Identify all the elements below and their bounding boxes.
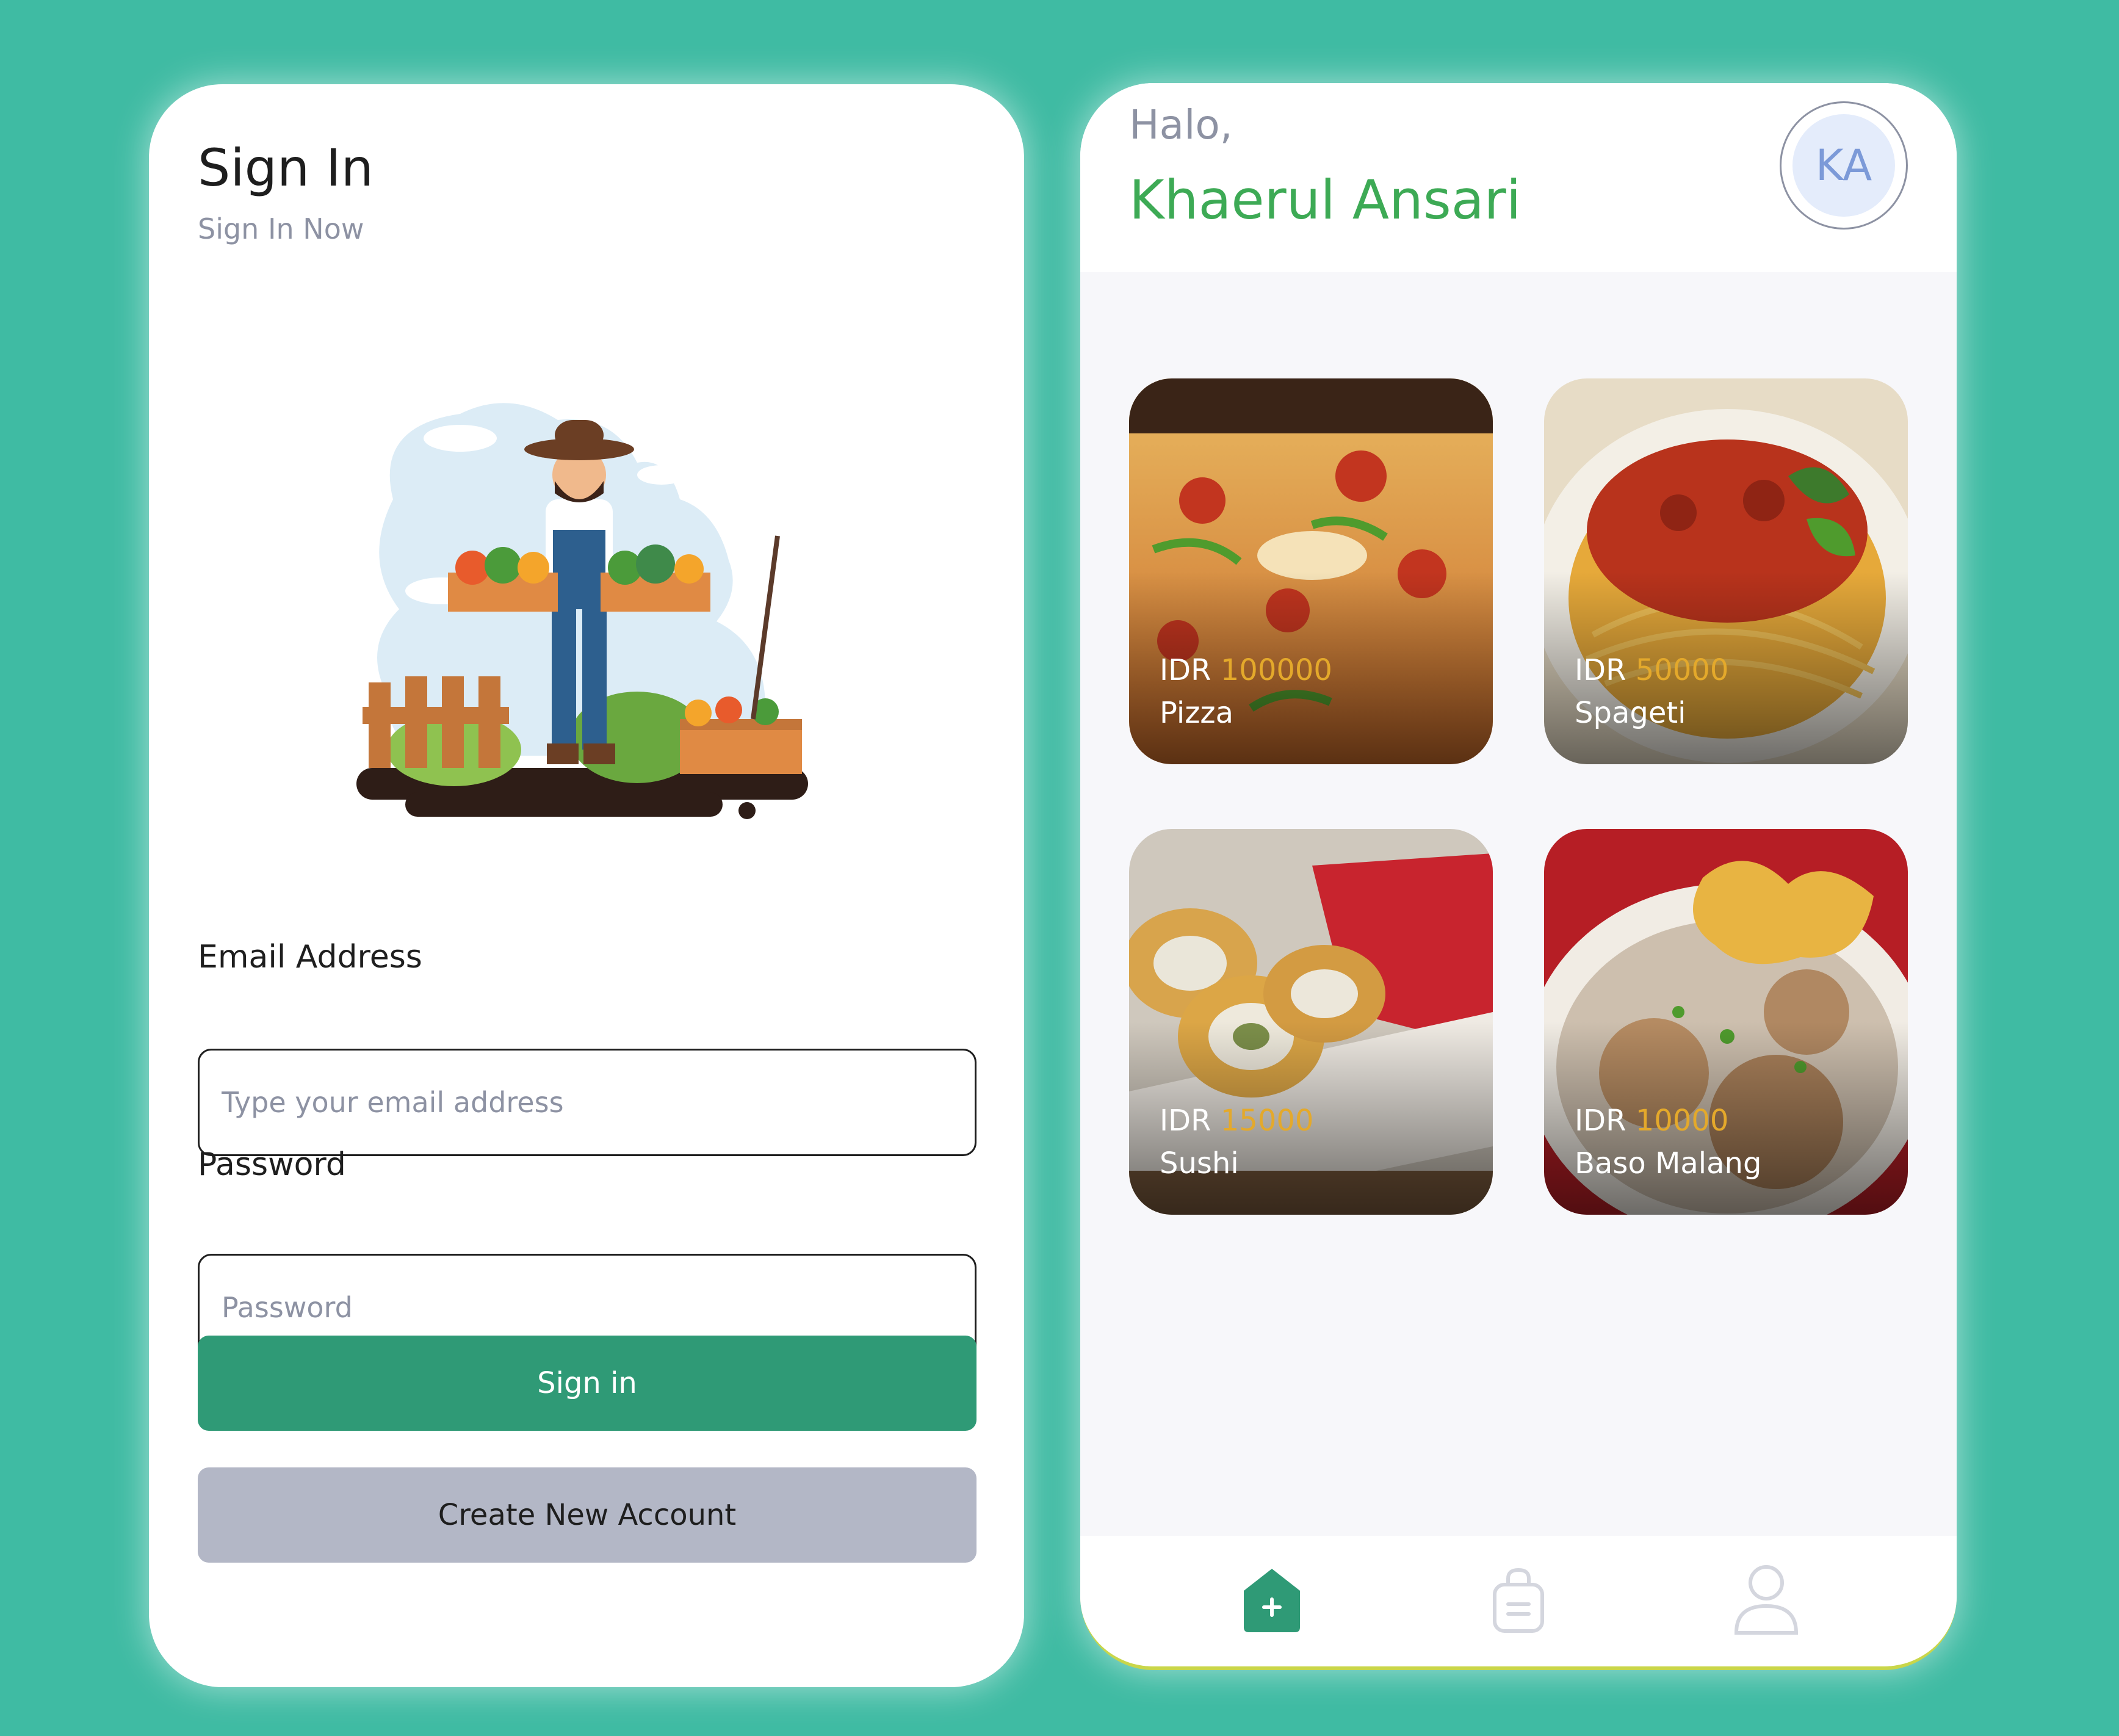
email-label: Email Address [198, 939, 422, 975]
farmer-illustration [356, 403, 808, 819]
greeting-text: Halo, [1129, 101, 1233, 148]
food-price: IDR 15000 [1160, 1104, 1314, 1138]
food-name: Sushi [1160, 1146, 1239, 1181]
food-price: IDR 50000 [1575, 653, 1729, 687]
food-price: IDR 10000 [1575, 1104, 1729, 1138]
orders-icon [1493, 1568, 1544, 1633]
page-subtitle: Sign In Now [198, 212, 364, 245]
avatar: KA [1792, 114, 1895, 217]
bottom-nav [1080, 1536, 1957, 1666]
nav-orders[interactable] [1482, 1560, 1555, 1640]
nav-home[interactable] [1235, 1560, 1309, 1640]
food-grid: IDR 100000 Pizza IDR 50000 Spageti IDR 1… [1080, 272, 1957, 1536]
profile-icon [1734, 1565, 1799, 1635]
avatar-button[interactable]: KA [1780, 101, 1908, 230]
page-title: Sign In [198, 138, 374, 198]
food-card-pizza[interactable]: IDR 100000 Pizza [1129, 378, 1493, 764]
food-name: Spageti [1575, 696, 1686, 730]
food-card-baso-malang[interactable]: IDR 10000 Baso Malang [1544, 829, 1908, 1215]
home-header: Halo, Khaerul Ansari KA [1080, 83, 1957, 272]
create-account-button[interactable]: Create New Account [198, 1467, 976, 1563]
email-field[interactable] [198, 1049, 976, 1156]
password-label: Password [198, 1146, 346, 1183]
food-card-sushi[interactable]: IDR 15000 Sushi [1129, 829, 1493, 1215]
food-card-spageti[interactable]: IDR 50000 Spageti [1544, 378, 1908, 764]
food-name: Baso Malang [1575, 1146, 1762, 1181]
food-price: IDR 100000 [1160, 653, 1332, 687]
user-name: Khaerul Ansari [1129, 168, 1522, 231]
home-icon [1244, 1569, 1300, 1632]
home-screen: Halo, Khaerul Ansari KA IDR 100000 Pizza… [1080, 83, 1957, 1670]
food-name: Pizza [1160, 696, 1234, 730]
signin-button[interactable]: Sign in [198, 1336, 976, 1431]
nav-profile[interactable] [1730, 1560, 1803, 1640]
signin-screen: Sign In Sign In Now Email Address Type y… [149, 84, 1024, 1687]
